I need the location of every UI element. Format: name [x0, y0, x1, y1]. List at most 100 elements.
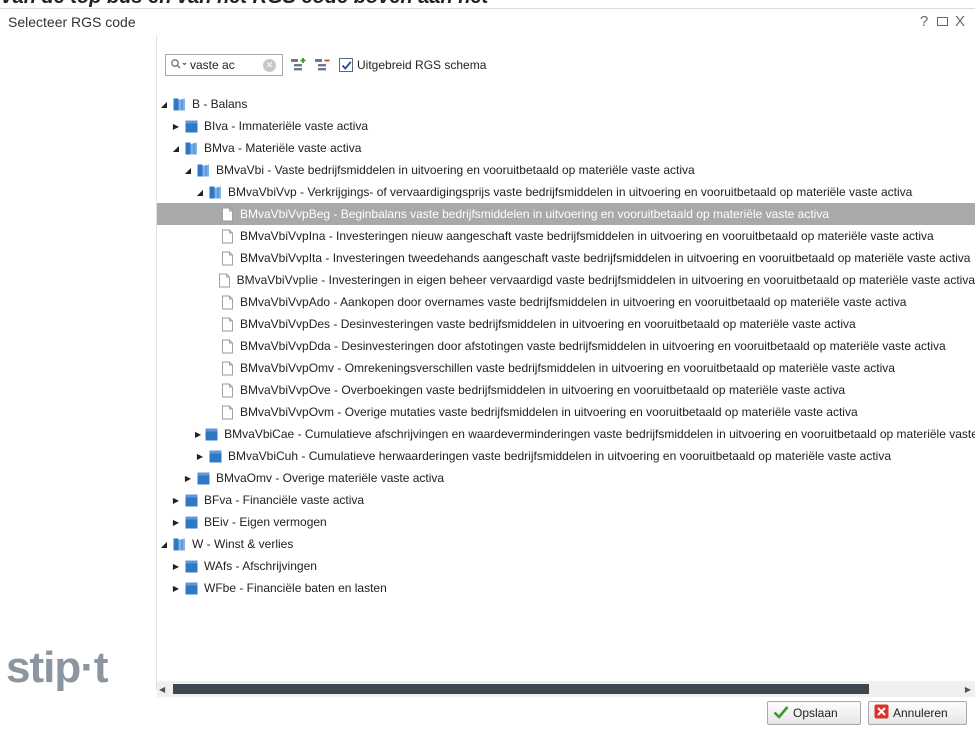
tree-node-label: BMvaVbiCuh - Cumulatieve herwaarderingen…	[228, 449, 892, 463]
clear-search-icon[interactable]: ✕	[263, 59, 276, 72]
document-icon	[217, 273, 232, 288]
tree-node-label: BEiv - Eigen vermogen	[204, 515, 327, 529]
tree-node-label: BMvaVbiVvpDes - Desinvesteringen vaste b…	[240, 317, 856, 331]
collapsed-arrow-icon[interactable]: ▶	[171, 122, 181, 131]
tree-node[interactable]: ◢ BMvaVbiVvp - Verkrijgings- of vervaardi…	[157, 181, 975, 203]
checkmark-icon	[773, 705, 789, 722]
collapsed-arrow-icon[interactable]: ▶	[195, 452, 205, 461]
tree-node[interactable]: BMvaVbiVvpIna - Investeringen nieuw aang…	[157, 225, 975, 247]
tree-node-label: WAfs - Afschrijvingen	[204, 559, 317, 573]
tree-node[interactable]: ◢ W - Winst & verlies	[157, 533, 975, 555]
document-icon	[220, 383, 235, 398]
maximize-button[interactable]	[935, 13, 949, 29]
tree-node[interactable]: ▶ WAfs - Afschrijvingen	[157, 555, 975, 577]
folder-icon	[184, 493, 199, 508]
collapsed-arrow-icon[interactable]: ▶	[171, 496, 181, 505]
document-icon	[220, 405, 235, 420]
tree-node-label: BMvaVbiVvpIta - Investeringen tweedehand…	[240, 251, 971, 265]
folder-icon	[196, 471, 211, 486]
document-icon	[220, 317, 235, 332]
tree-node[interactable]: ▶ WFbe - Financiële baten en lasten	[157, 577, 975, 599]
document-icon	[220, 229, 235, 244]
extended-schema-label: Uitgebreid RGS schema	[357, 58, 487, 72]
cancel-x-icon	[874, 704, 889, 722]
tree-node[interactable]: ▶ BEiv - Eigen vermogen	[157, 511, 975, 533]
tree-node[interactable]: ◢ BMvaVbi - Vaste bedrijfsmiddelen in uit…	[157, 159, 975, 181]
search-input[interactable]	[190, 56, 258, 74]
collapsed-arrow-icon[interactable]: ▶	[171, 584, 181, 593]
expanded-arrow-icon[interactable]: ◢	[195, 188, 205, 197]
expanded-arrow-icon[interactable]: ◢	[159, 540, 169, 549]
save-label: Opslaan	[793, 706, 838, 720]
folder-open-icon	[172, 537, 187, 552]
folder-icon	[204, 427, 219, 442]
extended-schema-option[interactable]: Uitgebreid RGS schema	[339, 58, 486, 72]
tree-node[interactable]: BMvaVbiVvpDda - Desinvesteringen door af…	[157, 335, 975, 357]
cropped-caption-text: Van de top bus en van het RGS code boven…	[0, 0, 488, 8]
tree-node-label: BMvaOmv - Overige materiële vaste activa	[216, 471, 445, 485]
tree-node[interactable]: ▶ BFva - Financiële vaste activa	[157, 489, 975, 511]
collapsed-arrow-icon[interactable]: ▶	[195, 430, 201, 439]
document-icon	[220, 339, 235, 354]
tree-node[interactable]: BMvaVbiVvpOmv - Omrekeningsverschillen v…	[157, 357, 975, 379]
tree-node-label: BMvaVbiVvpIna - Investeringen nieuw aang…	[240, 229, 934, 243]
tree-node-label: B - Balans	[192, 97, 248, 111]
tree-node[interactable]: ▶ BMvaOmv - Overige materiële vaste activ…	[157, 467, 975, 489]
extended-schema-checkbox[interactable]	[339, 58, 353, 72]
cancel-button[interactable]: Annuleren	[868, 701, 967, 725]
tree-node-label: BIva - Immateriële vaste activa	[204, 119, 369, 133]
document-icon	[220, 207, 235, 222]
folder-icon	[184, 119, 199, 134]
tree-node[interactable]: BMvaVbiVvpBeg - Beginbalans vaste bedrij…	[157, 203, 975, 225]
tree-node[interactable]: ◢ BMva - Materiële vaste activa	[157, 137, 975, 159]
close-button[interactable]: X	[953, 13, 967, 30]
tree-node[interactable]: BMvaVbiVvpOvm - Overige mutaties vaste b…	[157, 401, 975, 423]
tree-node[interactable]: ▶ BMvaVbiCuh - Cumulatieve herwaarderinge…	[157, 445, 975, 467]
folder-icon	[208, 449, 223, 464]
document-icon	[220, 251, 235, 266]
tree-node[interactable]: ▶ BMvaVbiCae - Cumulatieve afschrijvingen…	[157, 423, 975, 445]
folder-icon	[184, 559, 199, 574]
collapsed-arrow-icon[interactable]: ▶	[171, 518, 181, 527]
collapsed-arrow-icon[interactable]: ▶	[183, 474, 193, 483]
stipt-logo: stip·t	[6, 643, 109, 692]
dialog-titlebar: Selecteer RGS code ? X	[0, 9, 975, 35]
tree-node-label: BMvaVbiVvpIie - Investeringen in eigen b…	[236, 273, 975, 287]
collapsed-arrow-icon[interactable]: ▶	[171, 562, 181, 571]
tree-node-label: BMvaVbiVvpAdo - Aankopen door overnames …	[240, 295, 907, 309]
rgs-tree: ◢ B - Balans ▶ BIva - Immateriële vaste act…	[157, 93, 975, 679]
expand-all-icon[interactable]	[289, 56, 307, 74]
tree-node-label: WFbe - Financiële baten en lasten	[204, 581, 387, 595]
tree-node-label: BFva - Financiële vaste activa	[204, 493, 365, 507]
folder-open-icon	[184, 141, 199, 156]
folder-icon	[184, 581, 199, 596]
tree-node-label: BMvaVbi - Vaste bedrijfsmiddelen in uitv…	[216, 163, 695, 177]
folder-open-icon	[172, 97, 187, 112]
search-icon[interactable]	[170, 58, 190, 73]
document-icon	[220, 295, 235, 310]
main-pane: ✕ Uitgebreid RGS schema ◢ B - Balans ▶ BIva…	[157, 35, 975, 697]
help-button[interactable]: ?	[917, 13, 931, 30]
collapse-all-icon[interactable]	[313, 56, 331, 74]
tree-node[interactable]: ◢ B - Balans	[157, 93, 975, 115]
cancel-label: Annuleren	[893, 706, 948, 720]
tree-node-label: BMvaVbiVvpOve - Overboekingen vaste bedr…	[240, 383, 845, 397]
tree-node-label: BMvaVbiVvpBeg - Beginbalans vaste bedrij…	[240, 207, 830, 221]
tree-node[interactable]: BMvaVbiVvpDes - Desinvesteringen vaste b…	[157, 313, 975, 335]
tree-node-label: BMva - Materiële vaste activa	[204, 141, 362, 155]
titlebar-buttons: ? X	[917, 13, 967, 30]
expanded-arrow-icon[interactable]: ◢	[171, 144, 181, 153]
expanded-arrow-icon[interactable]: ◢	[183, 166, 193, 175]
tree-node[interactable]: BMvaVbiVvpIie - Investeringen in eigen b…	[157, 269, 975, 291]
expanded-arrow-icon[interactable]: ◢	[159, 100, 169, 109]
rgs-code-dialog: Selecteer RGS code ? X stip·t ✕	[0, 8, 975, 731]
tree-node[interactable]: BMvaVbiVvpAdo - Aankopen door overnames …	[157, 291, 975, 313]
tree-node[interactable]: BMvaVbiVvpIta - Investeringen tweedehand…	[157, 247, 975, 269]
search-box[interactable]: ✕	[165, 54, 283, 76]
tree-node-label: BMvaVbiVvpOmv - Omrekeningsverschillen v…	[240, 361, 895, 375]
tree-toolbar: ✕ Uitgebreid RGS schema	[165, 53, 486, 77]
tree-node-label: BMvaVbiVvpDda - Desinvesteringen door af…	[240, 339, 946, 353]
save-button[interactable]: Opslaan	[767, 701, 861, 725]
tree-node[interactable]: BMvaVbiVvpOve - Overboekingen vaste bedr…	[157, 379, 975, 401]
tree-node[interactable]: ▶ BIva - Immateriële vaste activa	[157, 115, 975, 137]
